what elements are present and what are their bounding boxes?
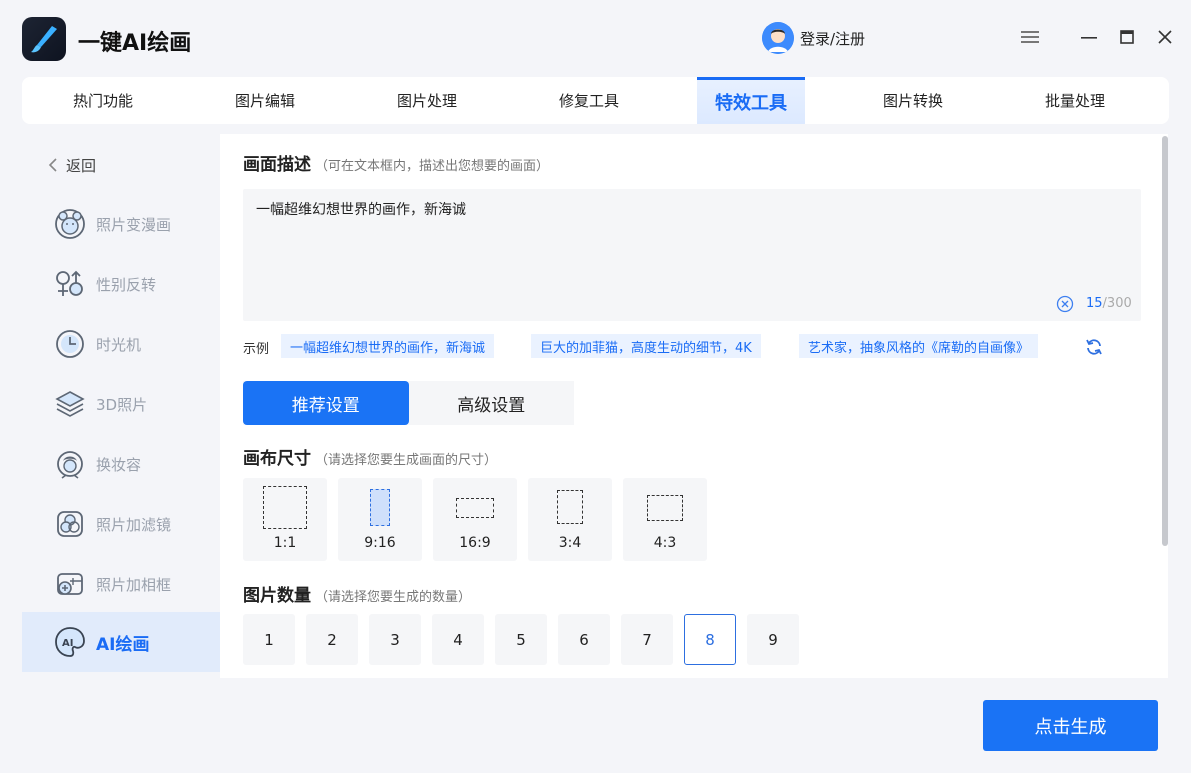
login-label: 登录/注册 (800, 29, 866, 48)
char-count: 15 (1086, 296, 1103, 311)
canvas-size-option[interactable]: 16:9 (433, 478, 517, 561)
example-chip[interactable]: 巨大的加菲猫，高度生动的细节，4K (531, 334, 761, 358)
description-text: 一幅超维幻想世界的画作，新海诚 (256, 202, 466, 218)
bear-face-icon (55, 209, 85, 239)
clear-icon[interactable] (1056, 295, 1074, 313)
ratio-square-icon (263, 486, 307, 529)
sidebar-item-time-machine[interactable]: 时光机 (22, 314, 220, 374)
maximize-icon (1120, 30, 1134, 44)
ratio-landscape-wide-icon (456, 498, 494, 518)
close-icon (1158, 30, 1172, 44)
canvas-size-option[interactable]: 3:4 (528, 478, 612, 561)
menu-button[interactable] (1017, 24, 1043, 50)
close-button[interactable] (1152, 24, 1178, 50)
sidebar-item-makeup[interactable]: 换妆容 (22, 434, 220, 494)
sidebar-item-label: 换妆容 (96, 455, 142, 474)
tab-recommended-settings[interactable]: 推荐设置 (243, 381, 409, 425)
quantity-option[interactable]: 7 (621, 614, 673, 665)
svg-text:AI: AI (62, 638, 73, 649)
quantity-option[interactable]: 1 (243, 614, 295, 665)
chevron-left-icon (48, 158, 57, 172)
minimize-button[interactable] (1076, 24, 1102, 50)
filter-icon (57, 511, 83, 537)
quantity-option[interactable]: 5 (495, 614, 547, 665)
ratio-portrait-icon (557, 490, 583, 524)
canvas-size-label: 4:3 (653, 535, 677, 551)
quantity-option-selected[interactable]: 8 (684, 614, 736, 665)
maximize-button[interactable] (1114, 24, 1140, 50)
app-title: 一键AI绘画 (78, 31, 192, 56)
main-tabs: 热门功能 图片编辑 图片处理 修复工具 特效工具 图片转换 批量处理 (22, 77, 1169, 124)
quantity-option[interactable]: 2 (306, 614, 358, 665)
generate-button[interactable]: 点击生成 (983, 700, 1158, 751)
canvas-size-label: 16:9 (459, 535, 491, 551)
example-chip[interactable]: 艺术家，抽象风格的《席勒的自画像》 (799, 334, 1039, 358)
sidebar-item-label: 性别反转 (96, 275, 157, 294)
canvas-hint: （请选择您要生成画面的尺寸） (315, 453, 498, 468)
scrollbar[interactable] (1162, 136, 1168, 546)
ai-paint-icon: AI (55, 627, 85, 657)
ratio-landscape-icon (647, 495, 683, 521)
tab-image-convert[interactable]: 图片转换 (832, 77, 994, 124)
tab-hot-features[interactable]: 热门功能 (22, 77, 184, 124)
description-hint: （可在文本框内，描述出您想要的画面） (315, 159, 550, 174)
settings-mode-tabs: 推荐设置 高级设置 (243, 381, 574, 425)
menu-icon (1021, 31, 1039, 43)
canvas-section-title: 画布尺寸 （请选择您要生成画面的尺寸） (243, 444, 497, 469)
sidebar-item-label: 照片变漫画 (96, 215, 172, 234)
canvas-size-option[interactable]: 4:3 (623, 478, 707, 561)
quantity-section-title: 图片数量 （请选择您要生成的数量） (243, 581, 471, 606)
sidebar-item-label: 照片加相框 (96, 575, 172, 594)
quantity-option[interactable]: 6 (558, 614, 610, 665)
canvas-size-label: 9:16 (364, 535, 396, 551)
char-counter: 15/300 (1086, 296, 1132, 311)
quantity-option[interactable]: 3 (369, 614, 421, 665)
quantity-option[interactable]: 9 (747, 614, 799, 665)
sidebar-item-label: 照片加滤镜 (96, 515, 172, 534)
sidebar-item-photo-to-cartoon[interactable]: 照片变漫画 (22, 194, 220, 254)
layers-icon (55, 391, 85, 417)
sidebar-item-ai-painting[interactable]: AI AI绘画 (22, 612, 220, 672)
description-input[interactable]: 一幅超维幻想世界的画作，新海诚 15/300 (243, 189, 1141, 321)
title-bar: 一键AI绘画 登录/注册 (0, 0, 1191, 76)
sidebar-item-gender-swap[interactable]: 性别反转 (22, 254, 220, 314)
tab-repair-tools[interactable]: 修复工具 (508, 77, 670, 124)
tab-image-edit[interactable]: 图片编辑 (184, 77, 346, 124)
tab-effects-tools[interactable]: 特效工具 (697, 77, 805, 124)
clock-icon (56, 330, 84, 358)
examples-label: 示例 (243, 342, 270, 357)
face-makeup-icon (57, 451, 83, 479)
example-chip[interactable]: 一幅超维幻想世界的画作，新海诚 (281, 334, 495, 358)
description-title: 画面描述 (243, 155, 311, 175)
sidebar-item-3d-photo[interactable]: 3D照片 (22, 374, 220, 434)
user-avatar-icon (762, 22, 794, 54)
tab-image-process[interactable]: 图片处理 (346, 77, 508, 124)
char-max: /300 (1102, 296, 1132, 311)
quantity-title: 图片数量 (243, 586, 311, 606)
sidebar-item-label: AI绘画 (96, 634, 150, 655)
description-section-title: 画面描述 （可在文本框内，描述出您想要的画面） (243, 150, 549, 175)
tab-batch-process[interactable]: 批量处理 (994, 77, 1156, 124)
login-button[interactable]: 登录/注册 (762, 22, 865, 54)
canvas-size-label: 1:1 (273, 535, 297, 551)
quantity-option[interactable]: 4 (432, 614, 484, 665)
tab-advanced-settings[interactable]: 高级设置 (409, 381, 575, 425)
refresh-examples-icon[interactable] (1085, 338, 1103, 356)
canvas-title: 画布尺寸 (243, 449, 311, 469)
canvas-size-option[interactable]: 9:16 (338, 478, 422, 561)
frame-add-icon (57, 573, 83, 595)
app-logo-icon (22, 17, 66, 61)
sidebar-item-label: 时光机 (96, 335, 142, 354)
sidebar-item-photo-frame[interactable]: 照片加相框 (22, 554, 220, 614)
canvas-size-option[interactable]: 1:1 (243, 478, 327, 561)
sidebar-item-photo-filter[interactable]: 照片加滤镜 (22, 494, 220, 554)
sidebar-item-label: 3D照片 (96, 395, 148, 414)
gender-icon (56, 270, 83, 296)
back-label: 返回 (66, 156, 97, 175)
minimize-icon (1081, 37, 1097, 39)
ratio-portrait-tall-icon (370, 489, 390, 526)
quantity-hint: （请选择您要生成的数量） (315, 590, 472, 605)
back-button[interactable]: 返回 (48, 152, 96, 178)
canvas-size-label: 3:4 (558, 535, 582, 551)
